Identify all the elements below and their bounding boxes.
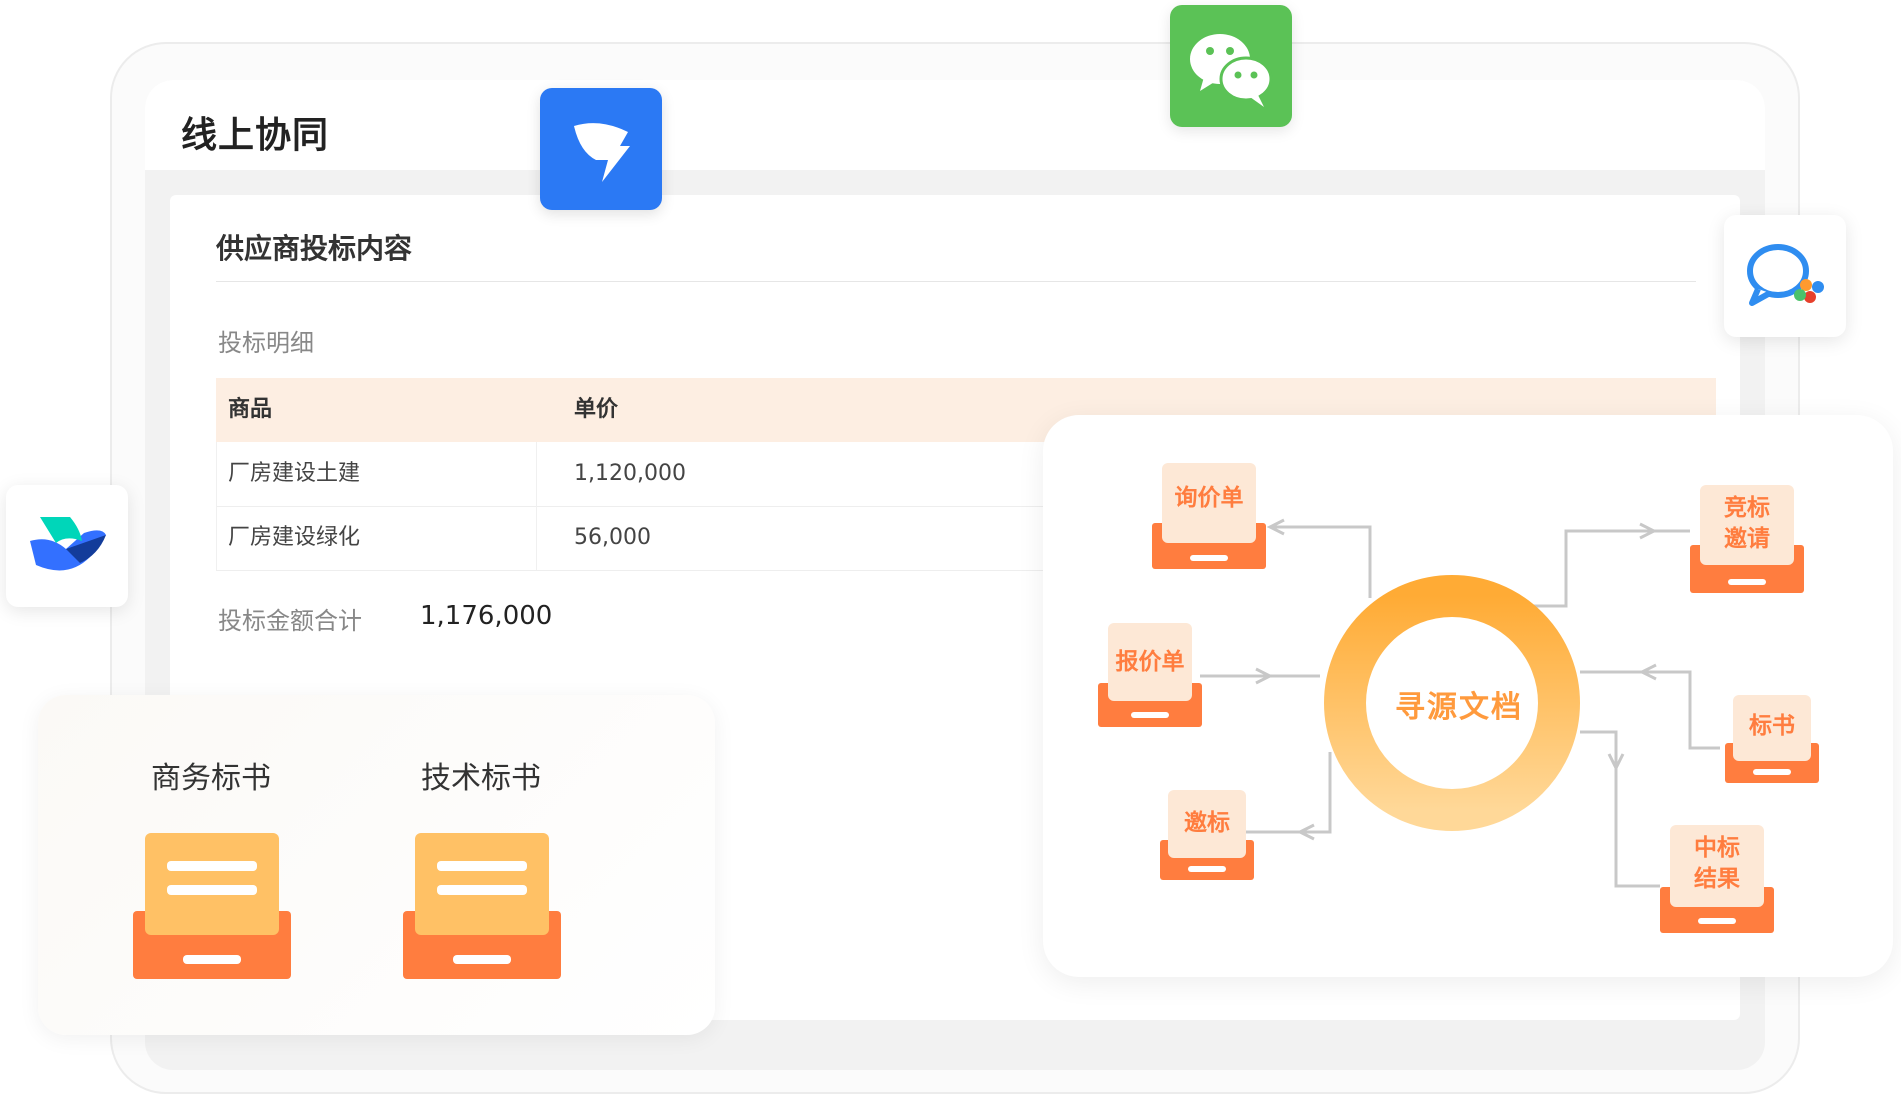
dingtalk-icon[interactable] xyxy=(540,88,662,210)
bid-doc-label: 标书 xyxy=(1749,713,1795,739)
competitive-invite-node[interactable]: 竞标 邀请 xyxy=(1690,485,1804,593)
invite-node[interactable]: 邀标 xyxy=(1160,790,1254,880)
sourcing-document-label: 寻源文档 xyxy=(1395,690,1523,725)
quote-node[interactable]: 报价单 xyxy=(1098,623,1202,727)
inquiry-label: 询价单 xyxy=(1174,485,1244,511)
competitive-invite-label: 竞标 邀请 xyxy=(1724,495,1770,552)
wechat-icon[interactable] xyxy=(1170,5,1292,127)
award-result-label: 中标 结果 xyxy=(1694,835,1740,892)
quote-label: 报价单 xyxy=(1115,649,1185,675)
inquiry-node[interactable]: 询价单 xyxy=(1152,463,1266,571)
award-result-node[interactable]: 中标 结果 xyxy=(1660,825,1774,933)
bid-doc-node[interactable]: 标书 xyxy=(1725,695,1819,785)
feishu-icon[interactable] xyxy=(6,485,128,607)
flow-connectors xyxy=(1200,518,1720,888)
wecom-icon[interactable] xyxy=(1724,215,1846,337)
invite-label: 邀标 xyxy=(1184,810,1230,836)
